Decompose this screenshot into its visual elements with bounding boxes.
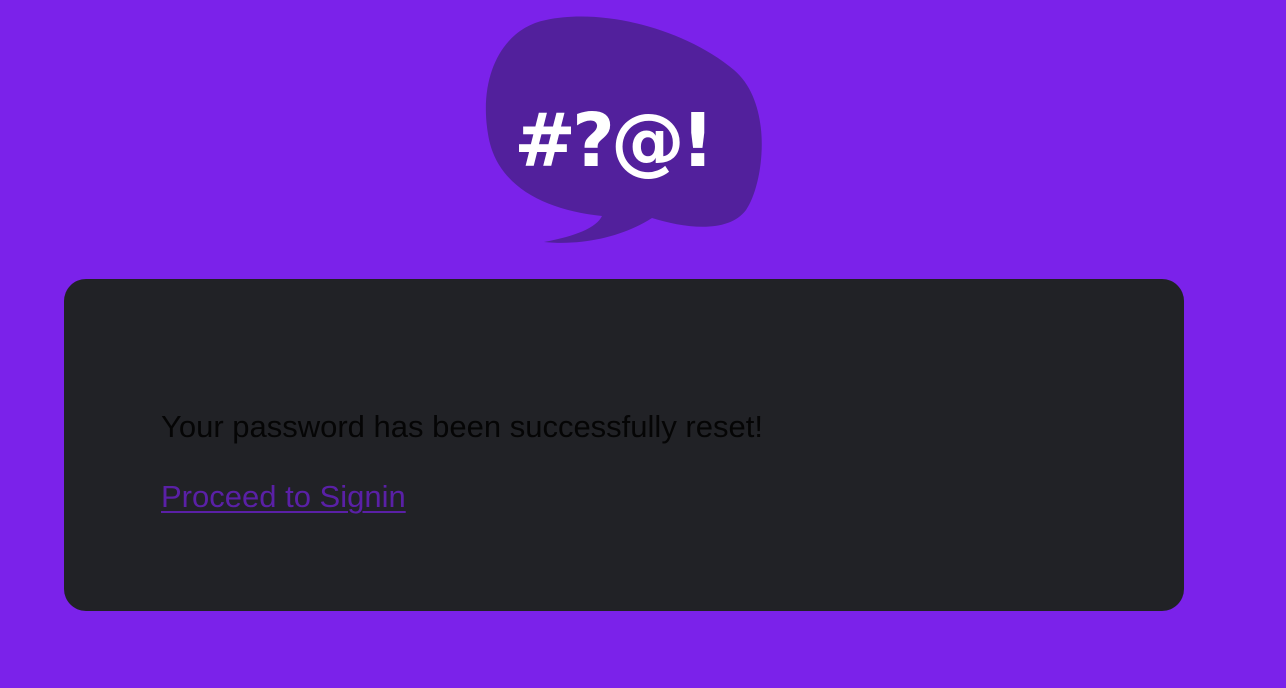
proceed-to-signin-link[interactable]: Proceed to Signin xyxy=(161,477,406,517)
speech-bubble-icon: #?@! xyxy=(485,16,762,243)
speech-bubble-logo: #?@! xyxy=(484,14,768,250)
logo-glyphs: #?@! xyxy=(514,98,711,184)
page: #?@! Your password has been successfully… xyxy=(0,0,1286,688)
success-message: Your password has been successfully rese… xyxy=(161,409,763,444)
reset-confirmation-card: Your password has been successfully rese… xyxy=(64,279,1184,611)
